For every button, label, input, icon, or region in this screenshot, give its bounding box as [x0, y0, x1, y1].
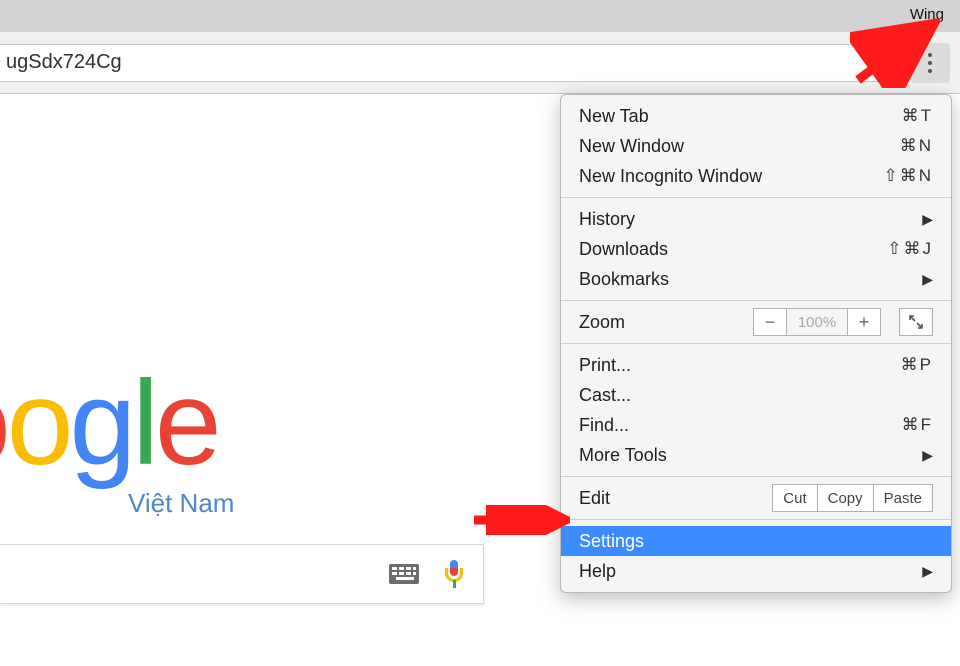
menu-item-edit[interactable]: EditCutCopyPaste [561, 483, 951, 513]
menu-item-label: Downloads [579, 239, 887, 260]
zoom-in-button[interactable]: + [847, 308, 881, 336]
menu-item-more-tools[interactable]: More Tools ▶ [561, 440, 951, 470]
zoom-value: 100% [787, 308, 847, 336]
menu-item-label: Help [579, 561, 916, 582]
menu-separator [561, 476, 951, 477]
menu-item-label: New Incognito Window [579, 166, 883, 187]
edit-controls: CutCopyPaste [772, 484, 933, 512]
menu-shortcut: ⌘T [902, 106, 933, 126]
menu-shortcut: ⌘N [900, 136, 933, 156]
menu-item-downloads[interactable]: Downloads⇧⌘J [561, 234, 951, 264]
menu-shortcut: ⌘P [901, 355, 933, 375]
paste-button[interactable]: Paste [874, 484, 933, 512]
zoom-out-button[interactable]: − [753, 308, 787, 336]
chrome-main-menu: New Tab⌘TNew Window⌘NNew Incognito Windo… [560, 94, 952, 593]
menu-shortcut: ⇧⌘N [883, 166, 933, 186]
menu-item-settings[interactable]: Settings [561, 526, 951, 556]
annotation-arrow-settings [470, 505, 570, 535]
menu-item-label: Find... [579, 415, 902, 436]
menu-shortcut: ⇧⌘J [887, 239, 933, 259]
menu-item-label: History [579, 209, 916, 230]
menu-item-label: New Tab [579, 106, 902, 127]
submenu-arrow-icon: ▶ [922, 211, 933, 228]
zoom-controls: −100%+ [753, 308, 933, 336]
menu-item-help[interactable]: Help ▶ [561, 556, 951, 586]
address-bar[interactable]: ugSdx724Cg [0, 44, 906, 82]
menu-item-label: Edit [579, 488, 772, 509]
submenu-arrow-icon: ▶ [922, 447, 933, 464]
google-region-label: Việt Nam [128, 488, 234, 519]
copy-button[interactable]: Copy [818, 484, 874, 512]
menu-separator [561, 300, 951, 301]
menu-separator [561, 197, 951, 198]
menu-item-new-incognito-window[interactable]: New Incognito Window⇧⌘N [561, 161, 951, 191]
menu-item-zoom[interactable]: Zoom−100%+ [561, 307, 951, 337]
menu-item-label: Zoom [579, 312, 753, 333]
menu-item-label: New Window [579, 136, 900, 157]
cut-button[interactable]: Cut [772, 484, 817, 512]
menu-shortcut: ⌘F [902, 415, 933, 435]
google-logo: oogle [0, 354, 218, 492]
menu-item-new-window[interactable]: New Window⌘N [561, 131, 951, 161]
search-input[interactable] [0, 544, 484, 604]
menu-item-bookmarks[interactable]: Bookmarks ▶ [561, 264, 951, 294]
menu-item-cast[interactable]: Cast... [561, 380, 951, 410]
annotation-arrow-top [850, 18, 940, 88]
menu-item-label: Cast... [579, 385, 933, 406]
fullscreen-button[interactable] [899, 308, 933, 336]
menu-separator [561, 519, 951, 520]
menu-item-print[interactable]: Print...⌘P [561, 350, 951, 380]
menu-item-label: More Tools [579, 445, 916, 466]
keyboard-icon[interactable] [389, 564, 419, 584]
menu-item-label: Bookmarks [579, 269, 916, 290]
menu-item-history[interactable]: History ▶ [561, 204, 951, 234]
submenu-arrow-icon: ▶ [922, 271, 933, 288]
browser-toolbar: ugSdx724Cg [0, 32, 960, 94]
menu-item-find[interactable]: Find...⌘F [561, 410, 951, 440]
submenu-arrow-icon: ▶ [922, 563, 933, 580]
url-text: ugSdx724Cg [6, 51, 122, 74]
menu-separator [561, 343, 951, 344]
menu-item-label: Settings [579, 531, 933, 552]
menu-item-label: Print... [579, 355, 901, 376]
menu-item-new-tab[interactable]: New Tab⌘T [561, 101, 951, 131]
window-titlebar: Wing [0, 0, 960, 32]
voice-search-icon[interactable] [445, 560, 463, 588]
